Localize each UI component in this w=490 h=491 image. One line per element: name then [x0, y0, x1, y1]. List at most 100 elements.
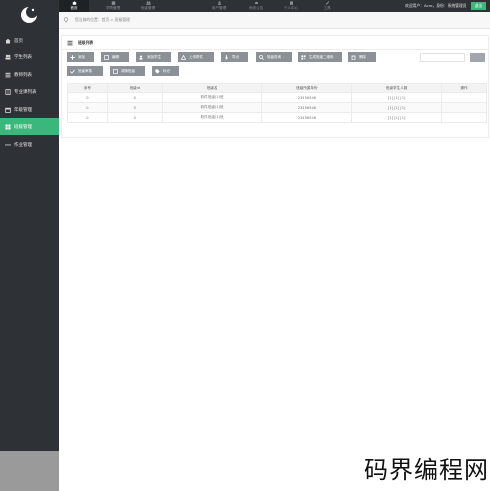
sidebar-item-home[interactable]: 首页 [0, 32, 59, 49]
panel-title: 班级列表 [78, 40, 94, 45]
add-student-button[interactable]: 添加学生 [136, 52, 171, 62]
top-nav-college[interactable]: 学院管理 [98, 0, 128, 12]
top-nav-label: 工具 [323, 6, 331, 10]
sidebar-item-label: 首页 [14, 38, 23, 44]
home-icon [71, 1, 77, 5]
sidebar-item-courses[interactable]: 专业课列表 [0, 83, 59, 100]
edit-button[interactable]: 编辑 [101, 52, 129, 62]
table-cell: 0 [67, 102, 108, 113]
users-icon [145, 1, 151, 5]
top-nav-label: 班级管理 [140, 6, 156, 10]
top-nav-home[interactable]: 首页 [59, 0, 89, 12]
top-nav-label: 用户管理 [211, 6, 227, 10]
sidebar-item-label: 作业管理 [14, 142, 32, 148]
button-label: 调换班级 [121, 68, 135, 73]
top-nav-profile[interactable]: 个人中心 [276, 0, 306, 12]
add-button[interactable]: 添加 [67, 52, 94, 62]
sidebar-item-teachers[interactable]: 教师列表 [0, 66, 59, 83]
top-nav-notice[interactable]: 系统公告 [241, 0, 271, 12]
table-cell [441, 102, 487, 113]
button-label: 添加 [78, 54, 85, 59]
table-row[interactable]: 0 0 软件班级(1)班 23456546 [1] [1] [1] [67, 112, 487, 123]
table-cell: 0 [106, 92, 163, 103]
top-nav-class[interactable]: 班级管理 [133, 0, 163, 12]
delete-button[interactable]: 删除 [348, 52, 376, 62]
tag-button[interactable]: 标记 [152, 66, 179, 76]
button-label: 班级查询 [267, 54, 281, 59]
class-search-button[interactable]: 班级查询 [256, 52, 292, 62]
list-icon [5, 72, 11, 77]
tag-icon [155, 68, 160, 74]
top-nav-label: 系统公告 [248, 6, 264, 10]
sidebar-item-label: 教师列表 [14, 72, 32, 78]
button-label: 生成班级二维码 [309, 54, 334, 59]
wrench-icon [325, 1, 329, 5]
user-plus-icon [139, 55, 143, 60]
class-table: 序号 班级id 班级名 班级所属年份 班级学生人数 操作 0 0 软件班级(1)… [67, 83, 487, 123]
breadcrumb-bar: 您当前的位置：首页 > 班级管理 [59, 12, 490, 29]
button-label: 删除 [359, 54, 366, 59]
swap-class-button[interactable]: 调换班级 [110, 66, 145, 76]
table-row[interactable]: 0 0 软件班级(1)班 23456546 [1] [1] [1] [67, 102, 487, 113]
top-nav-tools[interactable]: 工具 [312, 0, 342, 12]
trash-icon [351, 55, 356, 60]
calendar-icon [5, 107, 11, 113]
table-cell: 软件班级(1)班 [161, 112, 263, 123]
sidebar-item-label: 学生列表 [14, 54, 32, 60]
table-row[interactable]: 0 0 软件班级(1)班 23456546 [1] [1] [1] [67, 92, 487, 103]
class-review-button[interactable]: 班级审核 [67, 66, 103, 76]
moon-logo-icon [21, 6, 38, 23]
table-cell [441, 112, 487, 123]
download-icon [224, 54, 229, 60]
search-input[interactable] [420, 53, 465, 62]
table-cell [441, 92, 487, 103]
bell-icon [254, 1, 258, 5]
export-button[interactable]: 导出 [221, 52, 248, 62]
sidebar-item-classes[interactable]: 班级管理 [0, 118, 59, 135]
list-icon [67, 40, 73, 46]
grid-icon [5, 124, 11, 129]
column-header: 序号 [67, 83, 108, 93]
table-cell: 0 [106, 102, 163, 113]
more-icon [5, 143, 11, 146]
sidebar-item-homework[interactable]: 作业管理 [0, 136, 59, 153]
search-submit-button[interactable] [470, 53, 485, 62]
button-label: 上传附件 [189, 54, 203, 59]
generate-qrcode-button[interactable]: 生成班级二维码 [298, 52, 342, 62]
qrcode-icon [301, 54, 306, 60]
upload-button[interactable]: 上传附件 [178, 52, 214, 62]
sidebar-item-students[interactable]: 学生列表 [0, 48, 59, 65]
building-icon [111, 1, 115, 5]
watermark-text: 码界编程网 [364, 456, 489, 484]
top-nav-user[interactable]: 用户管理 [204, 0, 234, 12]
logout-button[interactable]: 退出 [471, 2, 486, 10]
location-icon [63, 17, 69, 23]
table-cell: 软件班级(1)班 [161, 102, 263, 113]
sidebar: 首页 学生列表 教师列表 专业课列表 年级管理 班级管理 作业管理 [0, 0, 59, 451]
table-cell: [1] [1] [1] [351, 92, 443, 103]
edit-icon [104, 54, 109, 60]
book-icon [5, 88, 11, 95]
search-icon [259, 54, 264, 60]
sidebar-footer [0, 451, 59, 491]
welcome-text: 欢迎用户：Acro，身份：系统管理员 [405, 3, 467, 8]
button-label: 班级审核 [78, 68, 92, 73]
sidebar-item-label: 专业课列表 [14, 89, 37, 95]
users-icon [5, 54, 11, 59]
column-header: 班级名 [161, 83, 263, 93]
top-nav-label: 首页 [70, 6, 78, 10]
column-header: 班级id [106, 83, 163, 93]
user-icon [217, 1, 221, 5]
button-label: 导出 [232, 54, 239, 59]
table-cell: 0 [67, 112, 108, 123]
swap-icon [113, 68, 118, 74]
top-nav-label: 个人中心 [283, 6, 299, 10]
sidebar-item-label: 年级管理 [14, 107, 32, 113]
top-nav-label: 学院管理 [105, 6, 121, 10]
check-icon [70, 69, 75, 74]
table-cell: 23456546 [261, 92, 353, 103]
table-cell: 23456546 [261, 112, 353, 123]
sidebar-item-grades[interactable]: 年级管理 [0, 101, 59, 118]
home-icon [5, 38, 11, 43]
button-label: 编辑 [112, 54, 119, 59]
